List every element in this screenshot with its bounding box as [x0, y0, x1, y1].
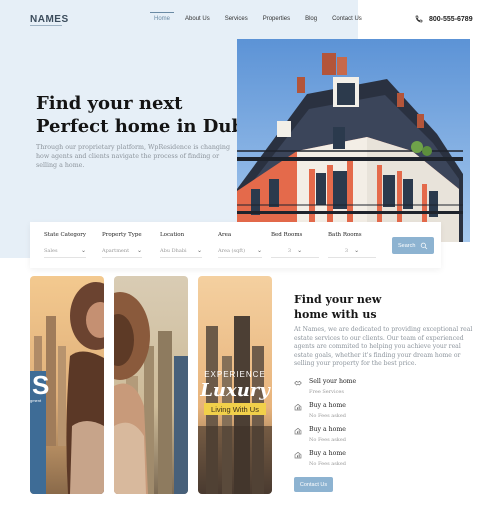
logo-underline — [30, 25, 62, 26]
feature-sell-home: Sell your home Free Services — [294, 378, 356, 395]
about-description: At Names, we are dedicated to providing … — [294, 326, 473, 368]
chevron-down-icon: ⌄ — [136, 247, 142, 254]
about-title-line2: home with us — [294, 308, 377, 321]
hero-title-line1: Find your next — [36, 93, 183, 114]
chevron-down-icon: ⌄ — [196, 247, 202, 254]
nav-home[interactable]: Home — [149, 12, 175, 22]
chevron-down-icon: ⌄ — [80, 247, 86, 254]
hero-building-image — [237, 39, 470, 242]
feature-title: Buy a home — [309, 402, 346, 409]
about-title-line1: Find your new — [294, 293, 382, 306]
feature-subtitle: No Fees asked — [309, 413, 346, 419]
feature-buy-home-2: Buy a home No Fees asked — [294, 426, 346, 443]
feature-title: Sell your home — [309, 378, 357, 385]
handshake-icon — [294, 380, 302, 386]
nav-blog[interactable]: Blog — [305, 16, 317, 22]
location-label: Location — [160, 232, 185, 238]
state-category-select[interactable]: State Category Sales ⌄ — [44, 232, 86, 258]
search-button[interactable]: Search — [392, 237, 434, 254]
feature-subtitle: No Fees asked — [309, 461, 346, 467]
card1-letter-s: S — [32, 370, 49, 400]
house-chart-icon — [294, 427, 302, 435]
chevron-down-icon: ⌄ — [297, 247, 303, 254]
bath-rooms-select[interactable]: Bath Rooms 3 ⌄ — [328, 232, 376, 258]
bed-rooms-label: Bed Rooms — [271, 232, 303, 238]
chevron-down-icon: ⌄ — [256, 247, 262, 254]
feature-subtitle: No Fees asked — [309, 437, 346, 443]
bed-rooms-value: 3 — [287, 247, 292, 254]
feature-title: Buy a home — [309, 426, 346, 433]
area-label: Area — [218, 232, 232, 238]
main-nav: Home About Us Services Properties Blog C… — [149, 12, 377, 22]
feature-title: Buy a home — [309, 450, 346, 457]
site-logo[interactable]: NAMES — [30, 14, 69, 25]
feature-subtitle: Free Services — [309, 389, 344, 395]
nav-contact-us[interactable]: Contact Us — [332, 16, 362, 22]
about-title: Find your new home with us — [294, 292, 381, 322]
search-icon — [420, 242, 428, 249]
phone-number: 800-555-6789 — [429, 15, 473, 23]
area-select[interactable]: Area Area (sqft) ⌄ — [218, 232, 262, 258]
feature-buy-home-1: Buy a home No Fees asked — [294, 402, 346, 419]
property-type-value: Apartment — [102, 247, 130, 254]
nav-properties[interactable]: Properties — [263, 16, 290, 22]
search-button-label: Search — [398, 242, 416, 249]
location-value: Abu Dhabi — [160, 247, 187, 254]
property-type-select[interactable]: Property Type Apartment ⌄ — [102, 232, 142, 258]
chevron-down-icon: ⌄ — [354, 247, 360, 254]
house-chart-icon — [294, 451, 302, 459]
phone-link[interactable]: 800-555-6789 — [415, 15, 473, 23]
state-category-label: State Category — [44, 232, 86, 238]
card1-caption-fragment: gment — [30, 398, 42, 403]
gallery-card-1[interactable]: S gment — [30, 276, 104, 494]
gallery-card-3[interactable]: EXPERIENCE Luxury Living With Us — [198, 276, 272, 494]
nav-services[interactable]: Services — [225, 16, 248, 22]
card3-luxury-text: Luxury — [200, 380, 270, 401]
feature-buy-home-3: Buy a home No Fees asked — [294, 450, 346, 467]
phone-icon — [415, 15, 423, 23]
state-category-value: Sales — [44, 247, 58, 254]
bath-rooms-value: 3 — [344, 247, 349, 254]
contact-us-button[interactable]: Contact Us — [294, 477, 333, 492]
hero-description: Through our proprietary platform, WpResi… — [36, 144, 231, 169]
gallery-card-2[interactable] — [114, 276, 188, 494]
house-chart-icon — [294, 403, 302, 411]
nav-about-us[interactable]: About Us — [185, 16, 210, 22]
card3-living-badge: Living With Us — [204, 403, 266, 415]
hero-title-line2: Perfect home in Dubai — [36, 116, 263, 137]
bath-rooms-label: Bath Rooms — [328, 232, 362, 238]
area-value: Area (sqft) — [218, 247, 246, 254]
location-select[interactable]: Location Abu Dhabi ⌄ — [160, 232, 202, 258]
property-search-panel: State Category Sales ⌄ Property Type Apar… — [30, 222, 441, 268]
card3-experience-text: EXPERIENCE — [204, 370, 266, 379]
hero-title: Find your next Perfect home in Dubai — [36, 92, 263, 138]
bed-rooms-select[interactable]: Bed Rooms 3 ⌄ — [271, 232, 319, 258]
property-type-label: Property Type — [102, 232, 142, 238]
